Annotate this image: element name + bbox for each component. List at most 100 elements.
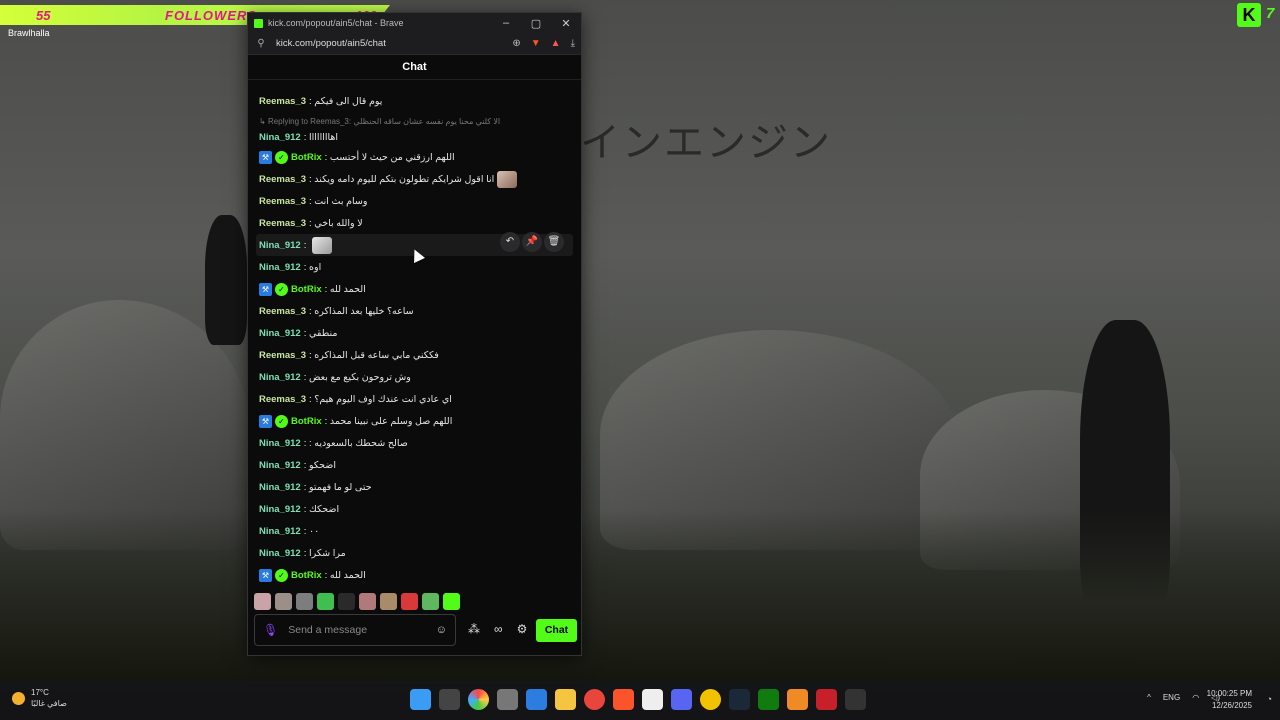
chat-username[interactable]: Reemas_3 (259, 196, 306, 207)
chat-message: Nina_912 : اضحكك (259, 503, 340, 515)
chat-message: Nina_912 : منطقي (259, 327, 338, 339)
clock-date: 12/26/2025 (1211, 701, 1252, 710)
chat-username[interactable]: Nina_912 (259, 460, 301, 471)
chat-username[interactable]: BotRix (291, 416, 322, 427)
obs-icon[interactable] (497, 689, 518, 710)
chat-username[interactable]: Nina_912 (259, 438, 301, 449)
window-title: kick.com/popout/ain5/chat - Brave (268, 18, 404, 28)
send-chat-button[interactable]: Chat (536, 619, 577, 642)
site-settings-icon[interactable]: ⚲ (254, 38, 268, 49)
brave-shields-icon[interactable]: ▼ (531, 38, 541, 49)
chat-message-text: مرا شكرا (309, 547, 346, 559)
emote-icon[interactable] (317, 593, 334, 610)
brave-rewards-icon[interactable]: ▲ (551, 38, 561, 49)
chat-username[interactable]: Reemas_3 (259, 174, 306, 185)
clock-time: 10:00:25 PM (1206, 689, 1252, 698)
emote-icon[interactable] (338, 593, 355, 610)
steam-icon[interactable] (729, 689, 750, 710)
reply-arrow-icon: ↳ (259, 117, 268, 126)
download-icon[interactable]: ⤓ (571, 38, 575, 49)
chat-message: Reemas_3 : يوم قال الى فيكم (259, 95, 383, 107)
chat-username[interactable]: Nina_912 (259, 262, 301, 273)
chat-username[interactable]: BotRix (291, 152, 322, 163)
chat-username[interactable]: Nina_912 (259, 372, 301, 383)
url-text[interactable]: kick.com/popout/ain5/chat (276, 38, 386, 49)
notification-bell-icon[interactable]: ◔ (1267, 694, 1272, 704)
emote-icon[interactable] (422, 593, 439, 610)
chat-username[interactable]: Reemas_3 (259, 394, 306, 405)
chat-message-list[interactable]: Reemas_3 : يوم قال الى فيكم ↳ Replying t… (248, 90, 581, 592)
emote-icon[interactable] (275, 593, 292, 610)
community-icon[interactable]: ⁂ (468, 622, 480, 636)
chat-message-text: ٠٠ (309, 525, 320, 537)
app-icon[interactable] (700, 689, 721, 710)
app-window-icon[interactable] (526, 689, 547, 710)
show-hidden-icons-icon[interactable]: ^ (1147, 693, 1151, 702)
moderator-badge-icon: ⚒ (259, 414, 272, 428)
chat-username[interactable]: BotRix (291, 570, 322, 581)
moderator-badge-icon: ⚒ (259, 568, 272, 582)
zoom-icon[interactable]: ⊕ (512, 38, 520, 49)
recent-emotes-bar (254, 593, 460, 610)
chat-message: Reemas_3 : فككني مابي ساعه قبل المذاكره (259, 349, 439, 361)
chat-message: Nina_912 : وش تروحون بكيع مع بعض (259, 371, 411, 383)
chat-message-text: اضحكو (309, 459, 337, 471)
file-explorer-icon[interactable] (555, 689, 576, 710)
chat-message-text: منطقي (309, 327, 338, 339)
emote-icon[interactable] (401, 593, 418, 610)
chat-message-text: وسام بث انت (314, 195, 368, 207)
color-app-icon[interactable] (468, 689, 489, 710)
settings-gear-icon[interactable]: ⚙ (517, 622, 528, 636)
xbox-icon[interactable] (758, 689, 779, 710)
chrome-icon[interactable] (584, 689, 605, 710)
maximize-button[interactable]: ▢ (521, 17, 551, 30)
chat-username[interactable]: Nina_912 (259, 132, 301, 143)
delete-icon[interactable]: 🗑 (544, 232, 564, 252)
chat-username[interactable]: Nina_912 (259, 526, 301, 537)
taskbar-app-icon[interactable] (439, 689, 460, 710)
discord-icon[interactable] (671, 689, 692, 710)
infinity-icon[interactable]: ∞ (494, 622, 503, 636)
address-bar[interactable]: ⚲ kick.com/popout/ain5/chat ⊕ ▼ ▲ ⤓ (248, 33, 581, 55)
emote-icon[interactable] (443, 593, 460, 610)
chat-message-text: الحمد لله (329, 569, 366, 581)
verified-badge-icon: ✓ (275, 282, 288, 296)
microphone-icon[interactable]: 🎙 (263, 623, 278, 637)
chat-username[interactable]: Reemas_3 (259, 350, 306, 361)
chat-message-text: اهاااااااا (309, 131, 339, 143)
brave-browser-icon[interactable] (613, 689, 634, 710)
moderator-badge-icon: ⚒ (259, 150, 272, 164)
emote-icon[interactable] (380, 593, 397, 610)
start-windows-icon[interactable] (410, 689, 431, 710)
app-icon[interactable] (787, 689, 808, 710)
emote-icon[interactable] (296, 593, 313, 610)
close-button[interactable]: ✕ (551, 17, 581, 30)
wallpaper-grass (0, 510, 1280, 680)
wifi-icon[interactable]: ◠ (1192, 693, 1199, 702)
chat-username[interactable]: Reemas_3 (259, 306, 306, 317)
app-icon[interactable] (816, 689, 837, 710)
reply-icon[interactable]: ↶ (500, 232, 520, 252)
emoji-picker-icon[interactable]: ☺ (436, 624, 447, 636)
emote-icon[interactable] (359, 593, 376, 610)
chat-username[interactable]: BotRix (291, 284, 322, 295)
weather-widget[interactable]: 17°C صافي غالبًا (12, 687, 67, 709)
language-indicator[interactable]: ENG (1163, 693, 1180, 702)
chat-message: Nina_912 : اضحكو (259, 459, 337, 471)
chat-username[interactable]: Nina_912 (259, 504, 301, 515)
chat-input-placeholder[interactable]: Send a message (288, 624, 367, 636)
store-icon[interactable] (642, 689, 663, 710)
pin-icon[interactable]: 📌 (522, 232, 542, 252)
emote-icon[interactable] (254, 593, 271, 610)
terminal-icon[interactable] (845, 689, 866, 710)
chat-username[interactable]: Nina_912 (259, 482, 301, 493)
chat-username[interactable]: Nina_912 (259, 240, 301, 251)
clock[interactable]: 10:00:25 PM 12/26/2025 (1207, 688, 1252, 712)
chat-username[interactable]: Reemas_3 (259, 96, 306, 107)
chat-username[interactable]: Nina_912 (259, 548, 301, 559)
chat-username[interactable]: Reemas_3 (259, 218, 306, 229)
minimize-button[interactable]: – (491, 17, 521, 30)
chat-input[interactable]: 🎙 Send a message ☺ (254, 614, 456, 646)
browser-window: kick.com/popout/ain5/chat - Brave – ▢ ✕ … (247, 12, 582, 656)
chat-username[interactable]: Nina_912 (259, 328, 301, 339)
